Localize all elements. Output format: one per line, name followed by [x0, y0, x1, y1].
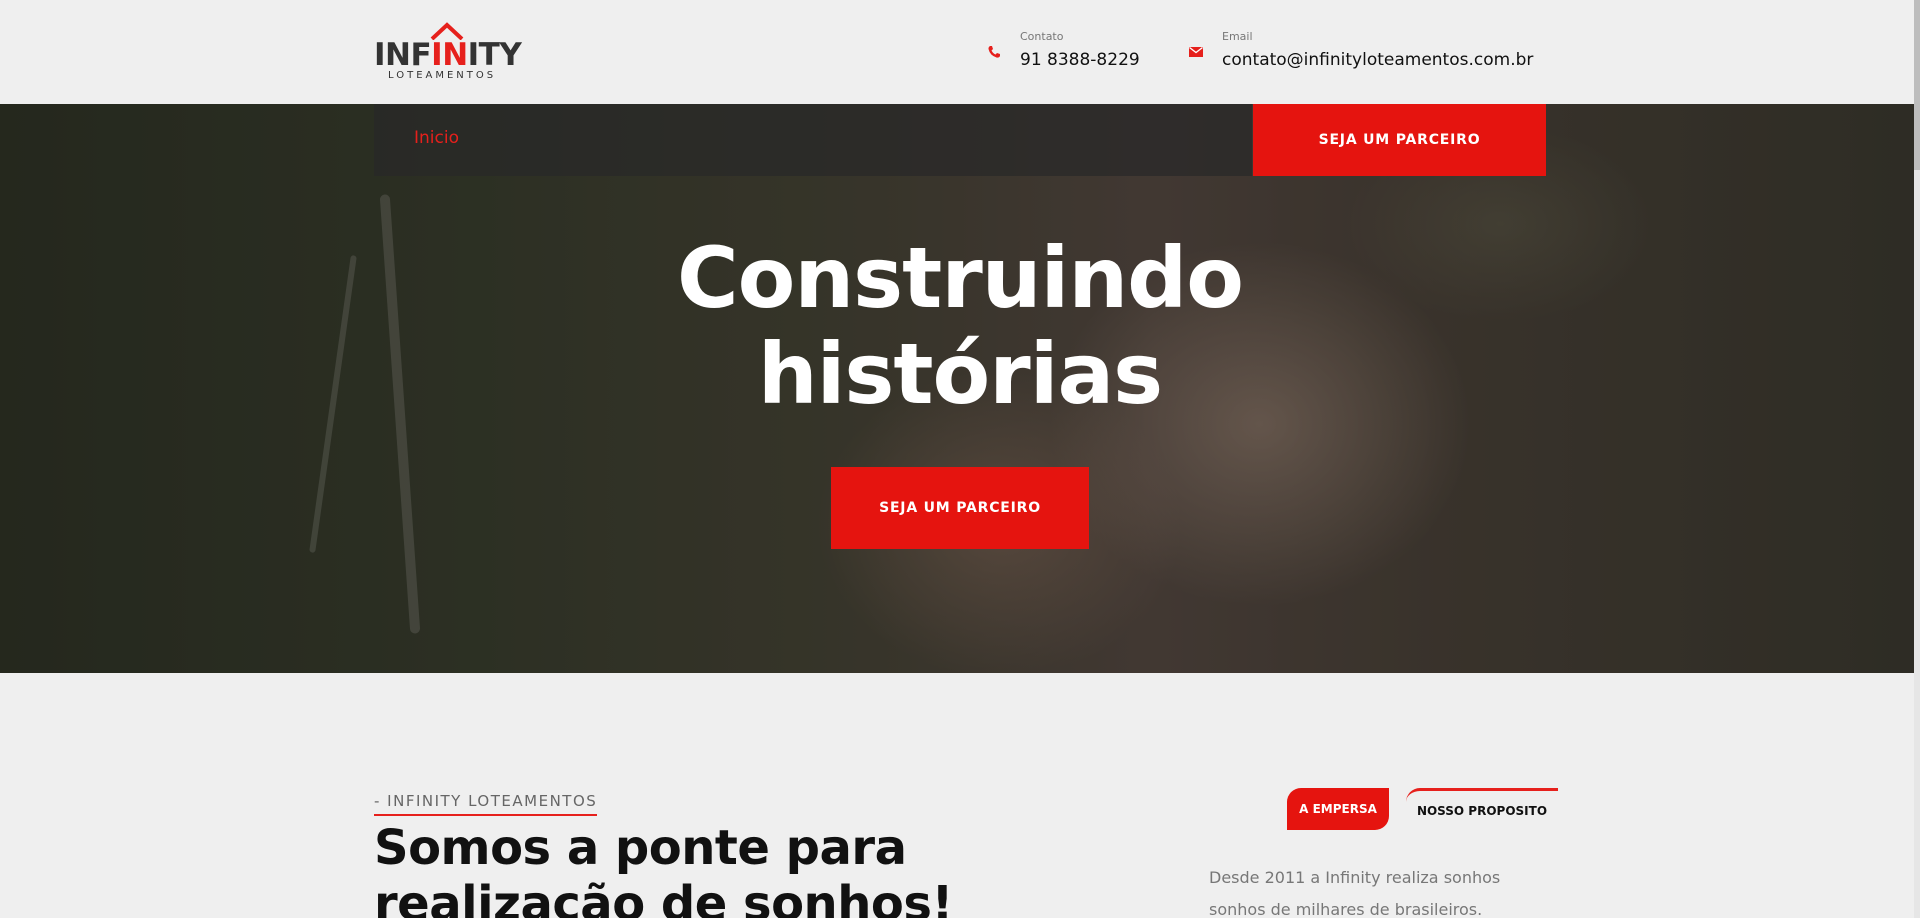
hero-title: Construindo histórias	[560, 230, 1360, 422]
tab-purpose[interactable]: NOSSO PROPOSITO	[1406, 788, 1558, 830]
mail-icon	[1189, 46, 1203, 57]
section-kicker: - INFINITY LOTEAMENTOS	[374, 792, 598, 816]
scrollbar-thumb[interactable]	[1914, 0, 1920, 170]
phone-label: Contato	[1020, 30, 1064, 43]
contact-phone[interactable]: Contato 91 8388-8229	[986, 28, 1146, 76]
logo-word-start: INF	[374, 37, 432, 73]
about-title: Somos a ponte para realização de sonhos!	[374, 820, 1054, 918]
nav-partner-button[interactable]: SEJA UM PARCEIRO	[1253, 104, 1546, 176]
email-address[interactable]: contato@infinityloteamentos.com.br	[1222, 50, 1533, 70]
hero-title-line2: histórias	[757, 325, 1163, 423]
logo-word-end: ITY	[467, 37, 522, 73]
infinity-logo[interactable]: INFINITY LOTEAMENTOS	[374, 22, 522, 84]
hero-partner-button[interactable]: SEJA UM PARCEIRO	[831, 467, 1089, 549]
hero-title-line1: Construindo	[677, 229, 1244, 327]
phone-number[interactable]: 91 8388-8229	[1020, 50, 1140, 70]
email-label: Email	[1222, 30, 1253, 43]
about-title-line1: Somos a ponte para	[374, 820, 907, 876]
contact-email[interactable]: Email contato@infinityloteamentos.com.br	[1188, 28, 1548, 76]
logo-word-mid: IN	[431, 37, 468, 73]
nav-item-inicio[interactable]: Inicio	[414, 128, 459, 148]
phone-icon	[988, 46, 1000, 58]
site-header: INFINITY LOTEAMENTOS Contato 91 8388-822…	[0, 0, 1920, 104]
about-text: Desde 2011 a Infinity realiza sonhos son…	[1209, 868, 1501, 918]
tab-company[interactable]: A EMPERSA	[1287, 788, 1389, 830]
logo-subtitle: LOTEAMENTOS	[388, 70, 497, 81]
main-nav: Inicio	[374, 104, 1252, 176]
page-scrollbar[interactable]	[1914, 0, 1920, 918]
hero-banner: Inicio SEJA UM PARCEIRO Construindo hist…	[0, 104, 1920, 673]
logo-wordmark: INFINITY	[374, 37, 522, 73]
about-title-line2: realização de sonhos!	[374, 876, 953, 918]
